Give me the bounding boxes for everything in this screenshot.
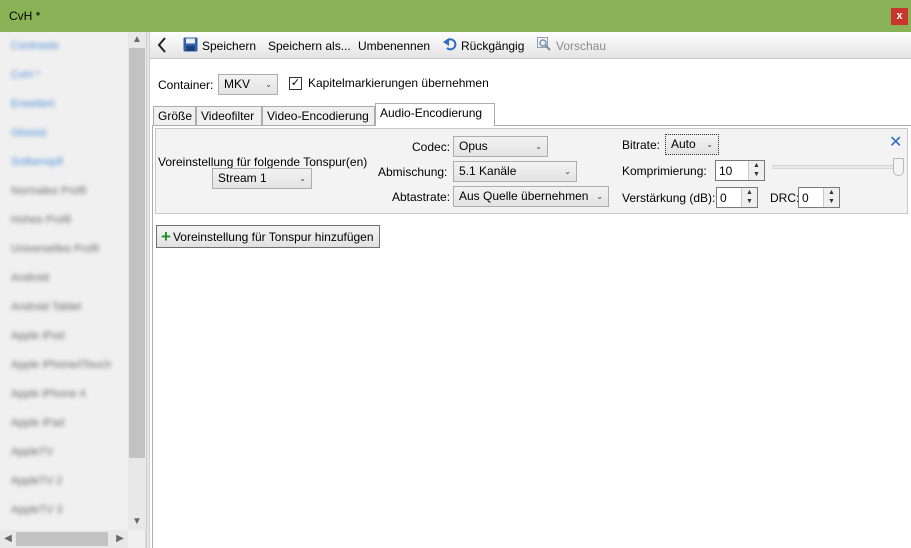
remove-track-icon[interactable]: ✕ bbox=[889, 132, 902, 152]
preset-item[interactable]: Apple iPhone 4 bbox=[11, 388, 86, 400]
compression-slider-track[interactable] bbox=[772, 165, 902, 169]
chevron-left-icon bbox=[157, 37, 167, 58]
sidebar-horizontal-scrollbar[interactable]: ◀ ▶ bbox=[0, 530, 128, 548]
preset-item[interactable]: Normales Profil bbox=[11, 185, 86, 197]
chapter-markers-label: Kapitelmarkierungen übernehmen bbox=[308, 76, 489, 90]
chevron-down-icon: ⌄ bbox=[706, 140, 713, 149]
mixdown-value: 5.1 Kanäle bbox=[459, 164, 517, 178]
drc-label: DRC: bbox=[770, 191, 800, 205]
preset-item[interactable]: Glossiz bbox=[11, 127, 47, 139]
undo-icon bbox=[443, 37, 457, 56]
container-select[interactable]: MKV ⌄ bbox=[218, 74, 278, 95]
spin-down-icon[interactable]: ▼ bbox=[749, 170, 764, 179]
codec-label: Codec: bbox=[412, 140, 451, 154]
tab-size[interactable]: Größe bbox=[153, 106, 196, 126]
preview-button[interactable]: Vorschau bbox=[537, 37, 606, 55]
preset-item[interactable]: CvH * bbox=[11, 69, 40, 81]
scroll-left-icon[interactable]: ◀ bbox=[0, 530, 16, 548]
preset-item[interactable]: Android Tablet bbox=[11, 301, 81, 313]
undo-button[interactable]: Rückgängig bbox=[443, 37, 524, 55]
chevron-down-icon: ⌄ bbox=[299, 174, 306, 183]
gain-value: 0 bbox=[720, 191, 727, 205]
preview-magnifier-icon bbox=[537, 37, 552, 57]
spin-up-icon[interactable]: ▲ bbox=[749, 161, 764, 170]
add-track-preset-label: Voreinstellung für Tonspur hinzufügen bbox=[172, 230, 374, 244]
samplerate-label: Abtastrate: bbox=[392, 190, 451, 204]
spinner-buttons[interactable]: ▲ ▼ bbox=[741, 188, 757, 207]
window-title: CvH * bbox=[9, 9, 41, 23]
container-value: MKV bbox=[224, 77, 251, 91]
toolbar: Speichern Speichern als... Umbenennen Rü… bbox=[150, 32, 911, 59]
rename-button[interactable]: Umbenennen bbox=[358, 37, 430, 55]
bitrate-select[interactable]: Auto ⌄ bbox=[665, 134, 719, 155]
drc-spinner[interactable]: 0 ▲ ▼ bbox=[798, 187, 840, 208]
preset-item[interactable]: Apple iPad bbox=[11, 417, 64, 429]
preset-item[interactable]: Contraste bbox=[11, 40, 59, 52]
chapter-markers-checkbox[interactable]: ✓ bbox=[289, 77, 302, 90]
scroll-thumb[interactable] bbox=[129, 48, 145, 458]
compression-value: 10 bbox=[719, 164, 733, 178]
scroll-thumb[interactable] bbox=[16, 532, 108, 546]
tab-audio-encoding[interactable]: Audio-Encodierung bbox=[375, 103, 495, 126]
chevron-down-icon: ⌄ bbox=[596, 192, 603, 201]
track-value: Stream 1 bbox=[218, 171, 267, 185]
spin-up-icon[interactable]: ▲ bbox=[824, 188, 839, 197]
sidebar-vertical-scrollbar[interactable]: ▲ ▼ bbox=[128, 32, 146, 530]
tab-video-filter[interactable]: Videofilter bbox=[196, 106, 262, 126]
compression-label: Komprimierung: bbox=[622, 164, 707, 178]
save-button[interactable]: Speichern bbox=[183, 37, 256, 55]
chevron-down-icon: ⌄ bbox=[265, 80, 272, 89]
back-button[interactable] bbox=[157, 37, 171, 55]
preset-item[interactable]: AppleTV 3 bbox=[11, 504, 62, 516]
preset-item[interactable]: Android bbox=[11, 272, 49, 284]
scroll-down-icon[interactable]: ▼ bbox=[128, 514, 146, 530]
tab-video-encoding[interactable]: Video-Encodierung bbox=[262, 106, 375, 126]
mixdown-label: Abmischung: bbox=[378, 165, 448, 179]
chevron-down-icon: ⌄ bbox=[564, 167, 571, 176]
save-as-button[interactable]: Speichern als... bbox=[268, 37, 351, 55]
spin-up-icon[interactable]: ▲ bbox=[742, 188, 757, 197]
mixdown-select[interactable]: 5.1 Kanäle ⌄ bbox=[453, 161, 577, 182]
compression-slider-thumb[interactable] bbox=[893, 158, 904, 176]
preset-item[interactable]: Hohes Profil bbox=[11, 214, 71, 226]
compression-spinner[interactable]: 10 ▲ ▼ bbox=[715, 160, 765, 181]
preview-label: Vorschau bbox=[556, 39, 607, 54]
preset-item[interactable]: AppleTV bbox=[11, 446, 53, 458]
window-close-button[interactable]: x bbox=[891, 8, 908, 25]
gain-spinner[interactable]: 0 ▲ ▼ bbox=[716, 187, 758, 208]
plus-icon: + bbox=[161, 227, 171, 246]
track-select[interactable]: Stream 1 ⌄ bbox=[212, 168, 312, 189]
preset-item[interactable]: Universelles Profil bbox=[11, 243, 99, 255]
gain-label: Verstärkung (dB): bbox=[622, 191, 716, 205]
spin-down-icon[interactable]: ▼ bbox=[824, 197, 839, 206]
spinner-buttons[interactable]: ▲ ▼ bbox=[748, 161, 764, 180]
scroll-right-icon[interactable]: ▶ bbox=[112, 530, 128, 548]
preset-sidebar: Contraste CvH * Erweitert Glossiz Sotben… bbox=[0, 32, 146, 548]
bitrate-label: Bitrate: bbox=[622, 138, 661, 152]
bitrate-value: Auto bbox=[671, 137, 696, 151]
codec-select[interactable]: Opus ⌄ bbox=[453, 136, 548, 157]
preset-item[interactable]: Sotbenspfi bbox=[11, 156, 63, 168]
container-label: Container: bbox=[158, 78, 214, 92]
spin-down-icon[interactable]: ▼ bbox=[742, 197, 757, 206]
codec-value: Opus bbox=[459, 139, 488, 153]
title-bar: CvH * x bbox=[0, 0, 911, 32]
floppy-disk-icon bbox=[183, 37, 198, 57]
preset-item[interactable]: Apple iPhone/iTouch bbox=[11, 359, 111, 371]
samplerate-value: Aus Quelle übernehmen bbox=[459, 189, 589, 203]
add-track-preset-button[interactable]: + Voreinstellung für Tonspur hinzufügen bbox=[156, 225, 380, 248]
preset-item[interactable]: Erweitert bbox=[11, 98, 54, 110]
preset-item[interactable]: AppleTV 2 bbox=[11, 475, 62, 487]
preset-item[interactable]: Apple iPod bbox=[11, 330, 64, 342]
samplerate-select[interactable]: Aus Quelle übernehmen ⌄ bbox=[453, 186, 609, 207]
spinner-buttons[interactable]: ▲ ▼ bbox=[823, 188, 839, 207]
chevron-down-icon: ⌄ bbox=[535, 142, 542, 151]
drc-value: 0 bbox=[802, 191, 809, 205]
save-label: Speichern bbox=[202, 39, 257, 54]
scroll-up-icon[interactable]: ▲ bbox=[128, 32, 146, 48]
undo-label: Rückgängig bbox=[461, 39, 525, 53]
